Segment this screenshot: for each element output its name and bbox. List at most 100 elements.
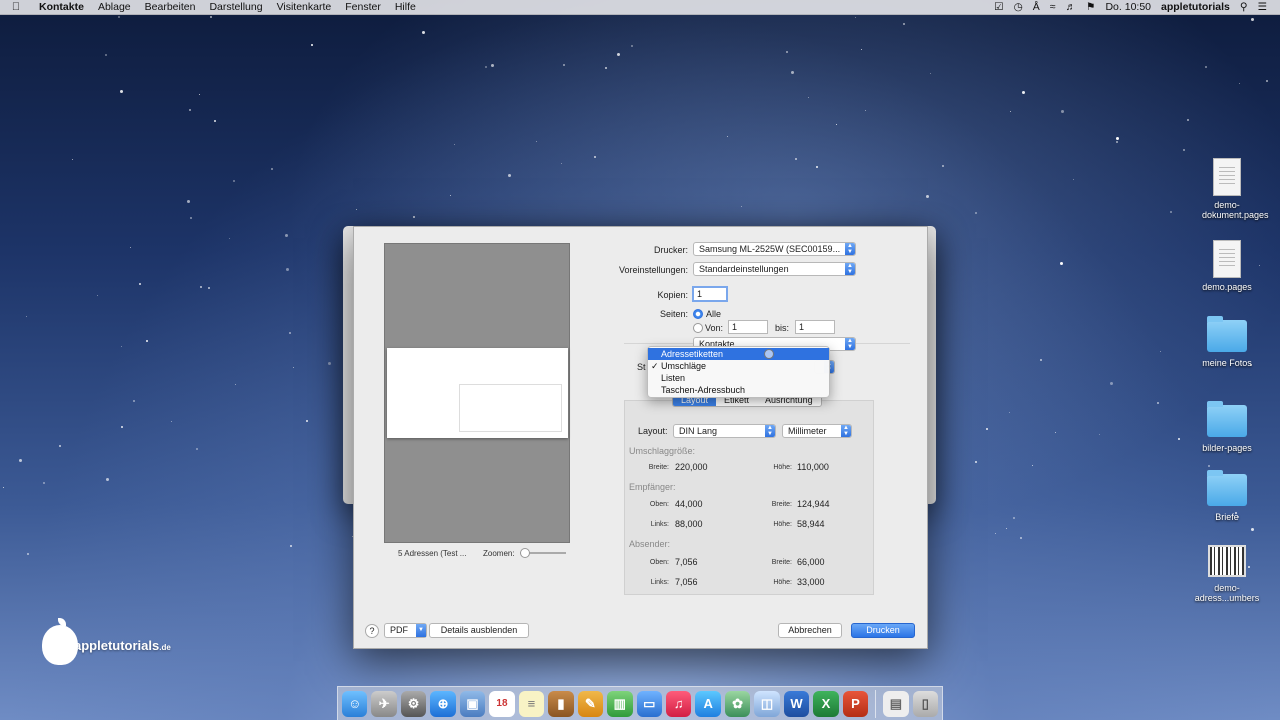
zoom-label: Zoomen:: [483, 549, 515, 558]
star: [190, 217, 192, 219]
star: [1060, 262, 1063, 265]
lock-icon[interactable]: ☑: [989, 1, 1008, 13]
zoom-slider-knob[interactable]: [520, 548, 530, 558]
star: [795, 158, 797, 160]
time-machine-icon[interactable]: ◷: [1009, 1, 1028, 13]
star: [289, 332, 291, 334]
safari-icon[interactable]: ⊕: [430, 690, 456, 717]
trash-icon[interactable]: ▯: [912, 690, 939, 717]
numbers-icon[interactable]: ▥: [607, 690, 633, 717]
printer-popup[interactable]: Samsung ML-2525W (SEC00159... ▲ ▼: [693, 242, 856, 256]
print-preview: [384, 243, 570, 543]
system-preferences-icon[interactable]: ⚙: [400, 690, 427, 717]
keynote-icon[interactable]: ▭: [636, 690, 662, 717]
pages-to-field[interactable]: 1: [795, 320, 835, 334]
copies-field[interactable]: 1: [692, 286, 728, 302]
recipient-left-label: Links:: [650, 521, 669, 528]
hide-details-button[interactable]: Details ausblenden: [429, 623, 529, 638]
envelope-width-value[interactable]: 220,000: [675, 462, 708, 472]
menu-item-taschen-adressbuch[interactable]: Taschen-Adressbuch: [648, 384, 829, 396]
desktop-icon-meine-fotos[interactable]: meine Fotos: [1182, 316, 1272, 368]
clock[interactable]: Do. 10:50: [1100, 1, 1156, 13]
pages-all-radio[interactable]: [693, 309, 703, 319]
desktop-icon-bilder-pages[interactable]: bilder-pages: [1182, 401, 1272, 453]
menu-visitenkarte[interactable]: Visitenkarte: [270, 1, 339, 13]
recipient-height-value[interactable]: 58,944: [797, 519, 825, 529]
desktop-icon-label: demo-dokument.pages: [1202, 200, 1269, 220]
sender-height-value[interactable]: 33,000: [797, 577, 825, 587]
recipient-left-value[interactable]: 88,000: [675, 519, 703, 529]
desktop-icon-demo-adress[interactable]: demo-adress...umbers: [1182, 545, 1272, 603]
star: [1013, 517, 1015, 519]
star: [942, 165, 944, 167]
preview-app-icon[interactable]: ◫: [754, 690, 780, 717]
powerpoint-icon[interactable]: P: [842, 690, 869, 717]
preview-icon[interactable]: ▣: [459, 690, 486, 717]
star: [791, 71, 794, 74]
help-button[interactable]: ?: [365, 624, 379, 638]
desktop-icon-demo-pages[interactable]: demo.pages: [1182, 240, 1272, 292]
star: [617, 53, 620, 56]
menu-item-adressetiketten[interactable]: Adressetiketten: [648, 348, 829, 360]
presets-popup[interactable]: Standardeinstellungen ▲ ▼: [693, 262, 856, 276]
cancel-button[interactable]: Abbrechen: [778, 623, 842, 638]
menu-kontakte[interactable]: Kontakte: [32, 1, 91, 13]
document-stack-icon[interactable]: ▤: [883, 690, 909, 717]
recipient-width-value[interactable]: 124,944: [797, 499, 830, 509]
layout-popup[interactable]: DIN Lang ▲ ▼: [673, 424, 776, 438]
envelope-height-value[interactable]: 110,000: [797, 462, 829, 472]
numbers-document-icon: [1208, 545, 1246, 577]
notification-center-icon[interactable]: ☰: [1253, 1, 1272, 13]
envelope-height-label: Höhe:: [773, 464, 792, 471]
star: [1061, 110, 1064, 113]
contacts-icon[interactable]: ▮: [548, 690, 574, 717]
star: [561, 163, 562, 164]
print-button[interactable]: Drucken: [851, 623, 915, 638]
menu-ablage[interactable]: Ablage: [91, 1, 138, 13]
word-icon[interactable]: W: [783, 690, 810, 717]
envelope-size-title: Umschlaggröße:: [629, 446, 696, 456]
sender-width-value[interactable]: 66,000: [797, 557, 825, 567]
apple-menu-icon[interactable]: : [0, 1, 32, 13]
star: [1205, 66, 1207, 68]
pdf-button[interactable]: PDF ▼: [384, 623, 427, 638]
star: [1006, 528, 1007, 529]
calendar-icon[interactable]: 18: [489, 690, 515, 717]
finder-icon[interactable]: ☺: [342, 690, 368, 717]
star: [171, 421, 172, 422]
menu-fenster[interactable]: Fenster: [338, 1, 388, 13]
app-store-icon[interactable]: A: [695, 690, 721, 717]
pages-range-radio[interactable]: [693, 323, 703, 333]
sender-top-value[interactable]: 7,056: [675, 557, 698, 567]
desktop-icon-demo-dokument[interactable]: demo-dokument.pages: [1182, 158, 1272, 220]
unit-popup[interactable]: Millimeter ▲ ▼: [782, 424, 852, 438]
pages-icon[interactable]: ✎: [577, 690, 604, 717]
recipient-top-value[interactable]: 44,000: [675, 499, 703, 509]
star: [1239, 83, 1240, 84]
zoom-slider[interactable]: [520, 548, 566, 558]
popup-arrows-icon: ▲▼: [765, 425, 775, 437]
menu-bearbeiten[interactable]: Bearbeiten: [138, 1, 203, 13]
menu-item-umschlaege[interactable]: ✓ Umschläge: [648, 360, 829, 372]
desktop-icon-briefe[interactable]: Briefe: [1182, 470, 1272, 522]
menu-item-listen[interactable]: Listen: [648, 372, 829, 384]
notes-icon[interactable]: ≡: [518, 690, 545, 717]
photos-icon[interactable]: ✿: [724, 690, 751, 717]
itunes-icon[interactable]: ♫: [665, 690, 692, 717]
user-menu[interactable]: appletutorials: [1156, 1, 1235, 13]
spotlight-icon[interactable]: ⚲: [1235, 1, 1253, 13]
menu-hilfe[interactable]: Hilfe: [388, 1, 423, 13]
wifi-icon[interactable]: ≈: [1045, 1, 1061, 13]
star: [26, 316, 27, 317]
star: [43, 482, 45, 484]
menu-darstellung[interactable]: Darstellung: [202, 1, 269, 13]
excel-icon[interactable]: X: [813, 690, 839, 717]
sender-left-value[interactable]: 7,056: [675, 577, 698, 587]
volume-icon[interactable]: ♬: [1061, 1, 1082, 13]
launchpad-icon[interactable]: ✈: [371, 690, 397, 717]
pages-from-field[interactable]: 1: [728, 320, 768, 334]
flag-icon[interactable]: ⚑: [1081, 1, 1100, 13]
bluetooth-icon[interactable]: Å: [1028, 1, 1045, 13]
star: [485, 66, 487, 68]
star: [290, 545, 292, 547]
